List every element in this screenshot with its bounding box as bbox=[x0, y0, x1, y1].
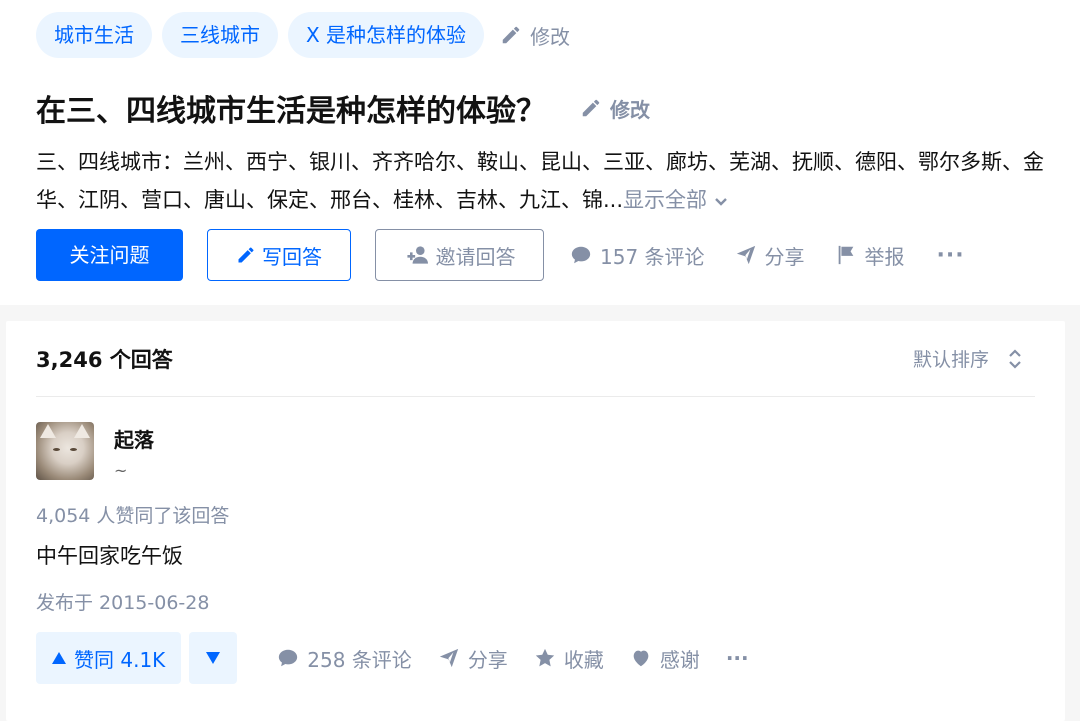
question-actions: 关注问题 写回答 邀请回答 157 条评论 分享 举报 ··· bbox=[36, 229, 965, 281]
more-options-button[interactable]: ··· bbox=[937, 243, 965, 268]
question-title-row: 在三、四线城市生活是种怎样的体验？ 修改 bbox=[36, 86, 650, 130]
avatar-eye bbox=[53, 448, 60, 451]
invite-answer-label: 邀请回答 bbox=[435, 244, 516, 269]
write-answer-label: 写回答 bbox=[262, 244, 322, 269]
answer-author: 起落 ~ bbox=[36, 422, 154, 480]
vote-up-button[interactable]: 赞同 4.1K bbox=[36, 632, 182, 684]
edit-topics-button[interactable]: 修改 bbox=[500, 21, 570, 50]
answer-share-label: 分享 bbox=[467, 647, 508, 672]
heart-icon bbox=[633, 650, 649, 667]
topic-tag[interactable]: 城市生活 bbox=[36, 12, 152, 58]
vote-up-label: 赞同 4.1K bbox=[74, 647, 166, 672]
avatar-ear bbox=[74, 424, 90, 438]
topic-tags: 城市生活 三线城市 X 是种怎样的体验 修改 bbox=[36, 12, 570, 58]
answer-comments-label: 258 条评论 bbox=[307, 647, 412, 672]
report-label: 举报 bbox=[864, 244, 905, 269]
edit-topics-label: 修改 bbox=[530, 24, 571, 49]
edit-question-label: 修改 bbox=[610, 97, 650, 122]
topic-tag[interactable]: 三线城市 bbox=[162, 12, 278, 58]
publish-date[interactable]: 发布于 2015-06-28 bbox=[36, 588, 209, 615]
answer-count: 3,246 个回答 bbox=[36, 347, 173, 372]
follow-question-button[interactable]: 关注问题 bbox=[36, 229, 183, 281]
author-info: 起落 ~ bbox=[114, 422, 154, 480]
pencil-icon bbox=[582, 99, 600, 117]
question-comments-button[interactable]: 157 条评论 bbox=[570, 241, 705, 270]
flag-icon bbox=[838, 245, 853, 265]
write-answer-button[interactable]: 写回答 bbox=[207, 229, 351, 281]
sort-toggle[interactable]: 默认排序 bbox=[913, 345, 1023, 372]
star-icon bbox=[535, 648, 554, 667]
sort-label: 默认排序 bbox=[912, 349, 989, 371]
answer-share-button[interactable]: 分享 bbox=[438, 644, 508, 673]
vote-summary: 4,054 人赞同了该回答 bbox=[36, 505, 230, 527]
author-bio: ~ bbox=[114, 461, 128, 480]
question-detail: 三、四线城市：兰州、西宁、银川、齐齐哈尔、鞍山、昆山、三亚、廊坊、芜湖、抚顺、德… bbox=[36, 143, 1052, 219]
question-title: 在三、四线城市生活是种怎样的体验？ bbox=[36, 94, 546, 129]
collect-button[interactable]: 收藏 bbox=[534, 644, 604, 673]
question-header: 城市生活 三线城市 X 是种怎样的体验 修改 在三、四线城市生活是种怎样的体验？… bbox=[0, 0, 1080, 305]
sort-icon bbox=[1009, 348, 1021, 369]
show-all-button[interactable]: 显示全部 bbox=[623, 188, 729, 212]
chevron-down-icon bbox=[715, 198, 727, 206]
answer-content: 中午回家吃午饭 bbox=[36, 544, 183, 568]
avatar[interactable] bbox=[36, 422, 94, 480]
question-share-button[interactable]: 分享 bbox=[735, 241, 805, 270]
answer-more-button[interactable]: ··· bbox=[726, 646, 749, 670]
comment-icon bbox=[571, 246, 591, 264]
thanks-label: 感谢 bbox=[659, 647, 700, 672]
question-detail-text: 三、四线城市：兰州、西宁、银川、齐齐哈尔、鞍山、昆山、三亚、廊坊、芜湖、抚顺、德… bbox=[36, 150, 1044, 212]
pencil-icon bbox=[238, 247, 254, 263]
vote-down-button[interactable] bbox=[189, 632, 238, 684]
invite-answer-button[interactable]: 邀请回答 bbox=[375, 229, 544, 281]
show-all-label: 显示全部 bbox=[623, 188, 708, 212]
report-button[interactable]: 举报 bbox=[835, 241, 905, 270]
pencil-icon bbox=[502, 26, 520, 44]
edit-question-button[interactable]: 修改 bbox=[580, 94, 650, 123]
triangle-down-icon bbox=[206, 652, 221, 664]
topic-tag[interactable]: X 是种怎样的体验 bbox=[288, 12, 485, 58]
thanks-button[interactable]: 感谢 bbox=[630, 644, 700, 673]
answer-actions: 赞同 4.1K 258 条评论 分享 收藏 感谢 ··· bbox=[36, 632, 749, 684]
collect-label: 收藏 bbox=[563, 647, 604, 672]
author-name[interactable]: 起落 bbox=[114, 424, 154, 453]
question-comments-label: 157 条评论 bbox=[600, 244, 705, 269]
question-share-label: 分享 bbox=[764, 244, 805, 269]
triangle-up-icon bbox=[52, 652, 66, 664]
share-icon bbox=[439, 648, 458, 668]
answer-comments-button[interactable]: 258 条评论 bbox=[277, 644, 412, 673]
avatar-eye bbox=[70, 448, 77, 451]
answer-list-header: 3,246 个回答 默认排序 bbox=[36, 321, 1035, 397]
avatar-ear bbox=[40, 424, 56, 438]
answer-list: 3,246 个回答 默认排序 起落 ~ 4,054 人赞同了该回答 中午回家吃午… bbox=[6, 321, 1065, 721]
comment-icon bbox=[279, 649, 298, 667]
invite-icon bbox=[406, 246, 428, 264]
share-icon bbox=[736, 245, 755, 265]
